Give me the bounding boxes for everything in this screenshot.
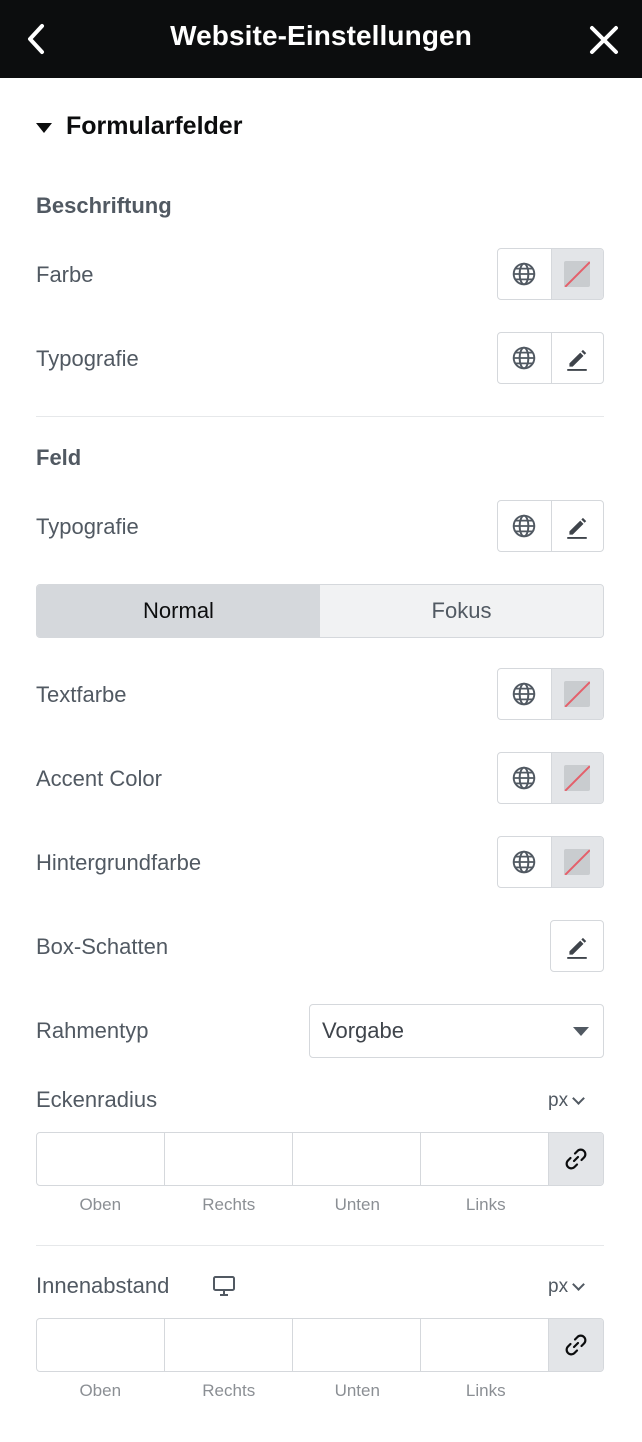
link-values-button[interactable] [549,1133,603,1185]
corner-radius-left-input[interactable] [421,1133,548,1185]
color-picker-button[interactable] [550,753,603,803]
field-typography-label: Typografie [36,514,139,539]
dimension-label-top: Oben [79,1381,122,1400]
corner-radius-top-input[interactable] [37,1133,164,1185]
accent-color-control [497,752,604,804]
dimension-label-bottom: Unten [334,1381,380,1400]
section-title: Formularfelder [66,112,243,140]
caret-down-icon [36,122,52,133]
dimension-label-left: Links [465,1195,506,1214]
state-toggle: Normal Fokus [36,584,604,638]
label-typography-control [497,332,604,384]
caret-down-icon [573,1027,589,1036]
corner-radius-inputs [36,1132,604,1186]
pencil-icon [567,349,587,371]
panel-title: Website-Einstellungen [170,20,472,51]
corner-radius-label: Eckenradius [36,1087,158,1112]
pencil-icon [567,517,587,539]
field-typography-control [497,500,604,552]
link-values-button[interactable] [549,1319,603,1371]
accent-color-label: Accent Color [36,766,162,791]
global-typography-button[interactable] [498,333,551,383]
corner-radius-dimension-labels: Oben Rechts Unten Links [36,1195,550,1215]
divider [36,1245,604,1246]
label-color-control [497,248,604,300]
empty-color-swatch [564,681,591,707]
global-colors-button[interactable] [498,669,551,719]
global-colors-button[interactable] [498,249,551,299]
text-color-label: Textfarbe [36,682,127,707]
border-type-value: Vorgabe [322,1018,404,1043]
padding-inputs [36,1318,604,1372]
dimension-label-top: Oben [79,1195,122,1214]
edit-typography-button[interactable] [550,501,604,551]
background-color-label: Hintergrundfarbe [36,850,202,875]
global-typography-button[interactable] [498,501,551,551]
close-icon[interactable] [586,22,622,58]
color-picker-button[interactable] [550,837,603,887]
empty-color-swatch [564,261,591,287]
dimension-label-right: Rechts [202,1195,256,1214]
corner-radius-unit-select[interactable]: px [548,1090,585,1112]
border-type-select[interactable]: Vorgabe [309,1004,604,1058]
label-color-label: Farbe [36,262,94,287]
chevron-down-icon [572,1278,585,1291]
padding-right-input[interactable] [165,1319,292,1371]
unit-label: px [548,1090,569,1111]
color-picker-button[interactable] [550,249,603,299]
globe-icon [512,514,536,538]
tab-normal[interactable]: Normal [37,585,320,637]
box-shadow-control [550,920,604,972]
global-colors-button[interactable] [498,837,551,887]
padding-top-input[interactable] [37,1319,164,1371]
text-color-control [497,668,604,720]
globe-icon [512,682,536,706]
link-icon [565,1148,587,1170]
globe-icon [512,346,536,370]
edit-typography-button[interactable] [550,333,604,383]
padding-dimension-labels: Oben Rechts Unten Links [36,1381,550,1401]
border-type-label: Rahmentyp [36,1018,149,1043]
globe-icon [512,850,536,874]
chevron-down-icon [572,1092,585,1105]
background-color-control [497,836,604,888]
dimension-label-bottom: Unten [334,1195,380,1214]
empty-color-swatch [564,849,591,875]
globe-icon [512,262,536,286]
corner-radius-right-input[interactable] [165,1133,292,1185]
panel-header: Website-Einstellungen [0,0,642,78]
desktop-icon[interactable] [212,1275,236,1302]
corner-radius-bottom-input[interactable] [293,1133,420,1185]
global-colors-button[interactable] [498,753,551,803]
dimension-label-right: Rechts [202,1381,256,1400]
globe-icon [512,766,536,790]
edit-box-shadow-button[interactable] [551,921,603,971]
empty-color-swatch [564,765,591,791]
subheading-field: Feld [36,445,82,470]
link-icon [565,1334,587,1356]
padding-label: Innenabstand [36,1273,170,1298]
label-typography-label: Typografie [36,346,139,371]
dimension-label-left: Links [465,1381,506,1400]
padding-bottom-input[interactable] [293,1319,420,1371]
section-toggle-formularfelder[interactable]: Formularfelder [36,112,242,141]
box-shadow-label: Box-Schatten [36,934,169,959]
color-picker-button[interactable] [550,669,603,719]
pencil-icon [567,937,587,959]
divider [36,416,604,417]
padding-left-input[interactable] [421,1319,548,1371]
subheading-label: Beschriftung [36,193,172,218]
unit-label: px [548,1276,569,1297]
tab-focus[interactable]: Fokus [320,585,603,637]
padding-unit-select[interactable]: px [548,1276,585,1298]
